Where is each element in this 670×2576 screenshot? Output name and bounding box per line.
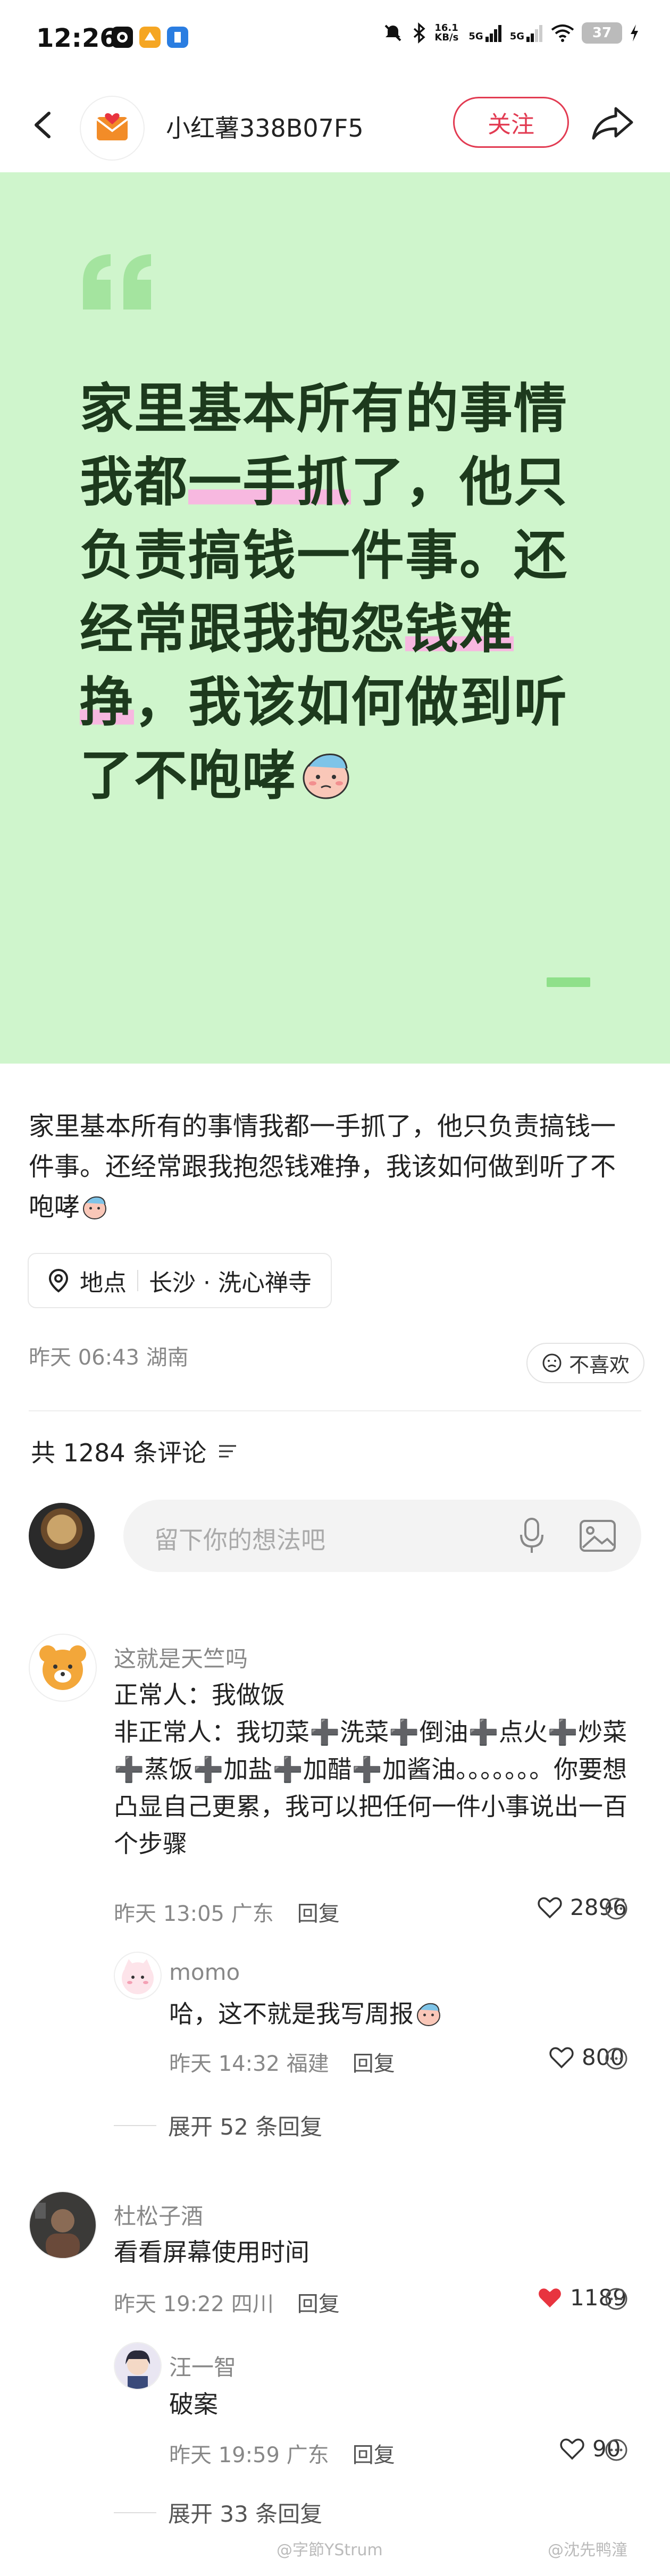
post-description: 家里基本所有的事情我都一手抓了，他只负责搞钱一件事。还经常跟我抱怨钱难挣，我该如…: [29, 1111, 616, 1222]
net-speed: 16.1 KB/s: [434, 22, 459, 43]
watermark-right: @沈先鸭潼: [548, 2541, 627, 2560]
battery-icon: 37: [582, 22, 622, 44]
comment-avatar[interactable]: [29, 2191, 97, 2259]
comment-more-icon[interactable]: [604, 1896, 629, 1921]
expand-replies-button[interactable]: 展开 33 条回复: [114, 2496, 322, 2529]
sulky-face-emoji-icon: [414, 2000, 443, 2026]
author-avatar[interactable]: [80, 96, 145, 161]
comment-avatar[interactable]: [29, 1634, 97, 1702]
photo-avatar-icon: [35, 2203, 80, 2258]
reply-meta: 昨天 19:59 广东 回复: [169, 2438, 395, 2469]
comment-meta: 昨天 19:22 四川 回复: [114, 2287, 340, 2318]
location-pin-icon: [48, 1268, 69, 1293]
bluetooth-icon: [414, 22, 426, 44]
reply-button[interactable]: 回复: [353, 2438, 395, 2469]
follow-button[interactable]: 关注: [453, 97, 569, 148]
sulky-face-emoji-icon: [80, 1191, 110, 1219]
status-bar: 12:26 16.1 KB/s 5G 5G 37: [0, 0, 670, 80]
share-button[interactable]: [589, 101, 637, 144]
anime-avatar-icon: [115, 2343, 161, 2389]
location-value: 长沙 · 洗心禅寺: [149, 1269, 312, 1297]
comment-author[interactable]: 这就是天竺吗: [114, 1641, 248, 1674]
quote-mark-icon: [79, 250, 158, 314]
comment-meta: 昨天 13:05 广东 回复: [114, 1896, 340, 1927]
dislike-face-icon: [542, 1353, 562, 1373]
status-time: 12:26: [36, 23, 118, 53]
status-icons: 16.1 KB/s 5G 5G 37: [382, 22, 639, 44]
comment-input-placeholder: 留下你的想法吧: [154, 1526, 325, 1554]
app-notification-icon: [112, 27, 133, 48]
location-label: 地点: [80, 1269, 127, 1297]
post-meta: 昨天 06:43 湖南: [29, 1345, 189, 1370]
heart-icon: [538, 1897, 562, 1918]
mute-icon: [384, 24, 401, 41]
signal-5g-1: 5G: [468, 24, 502, 42]
comment-more-icon[interactable]: [604, 2438, 629, 2462]
reply-avatar[interactable]: [114, 1952, 162, 2000]
watermark-left: @字節YStrum: [277, 2541, 383, 2560]
sort-icon: [219, 1445, 237, 1458]
post-image-text: 家里基本所有的事情 我都一手抓了，他只 负责搞钱一件事。还 经常跟我抱怨钱难 挣…: [80, 378, 568, 807]
current-user-avatar: [29, 1503, 95, 1569]
reply-meta: 昨天 14:32 福建 回复: [169, 2046, 395, 2077]
reply-button[interactable]: 回复: [297, 1896, 340, 1927]
dislike-button[interactable]: 不喜欢: [526, 1343, 645, 1383]
wifi-icon: [551, 24, 574, 42]
back-button[interactable]: [27, 104, 58, 146]
expand-replies-button[interactable]: 展开 52 条回复: [114, 2109, 322, 2142]
comment-text: 正常人：我做饭 非正常人：我切菜➕洗菜➕倒油➕点火➕炒菜➕蒸饭➕加盐➕加醋➕加酱…: [114, 1680, 627, 1858]
charging-icon: [631, 24, 638, 41]
reply-button[interactable]: 回复: [297, 2287, 340, 2318]
reply-text: 破案: [169, 2390, 218, 2419]
signal-5g-2: 5G: [510, 24, 543, 42]
location-tag[interactable]: 地点 长沙 · 洗心禅寺: [28, 1253, 332, 1308]
app-notification-icon-2: [139, 27, 161, 48]
image-page-indicator: [547, 977, 590, 987]
share-icon: [592, 107, 633, 140]
reply-author[interactable]: momo: [169, 1959, 240, 1985]
author-name[interactable]: 小红薯338B07F5: [166, 109, 364, 144]
app-notification-icon-3: [167, 27, 188, 48]
comment-author[interactable]: 杜松子酒: [114, 2198, 203, 2231]
heart-icon: [549, 2047, 574, 2068]
envelope-heart-icon: [96, 113, 129, 140]
reply-avatar[interactable]: [114, 2342, 162, 2390]
image-upload-icon[interactable]: [577, 1517, 618, 1555]
reply-author[interactable]: 汪一智: [169, 2349, 236, 2382]
divider: [29, 1410, 641, 1411]
comment-more-icon[interactable]: [604, 2287, 629, 2311]
bear-avatar-icon: [39, 1645, 86, 1690]
reply-text: 哈，这不就是我写周报: [169, 1995, 637, 2033]
comment-count[interactable]: 共 1284 条评论: [31, 1434, 238, 1469]
sulky-face-emoji-icon: [297, 746, 355, 799]
comment-more-icon[interactable]: [604, 2046, 629, 2071]
reply-button[interactable]: 回复: [353, 2046, 395, 2077]
heart-filled-icon: [539, 2288, 561, 2307]
microphone-icon[interactable]: [517, 1516, 547, 1556]
heart-icon: [560, 2438, 584, 2460]
comment-text: 看看屏幕使用时间: [114, 2238, 309, 2266]
cat-avatar-icon: [122, 1959, 154, 1994]
